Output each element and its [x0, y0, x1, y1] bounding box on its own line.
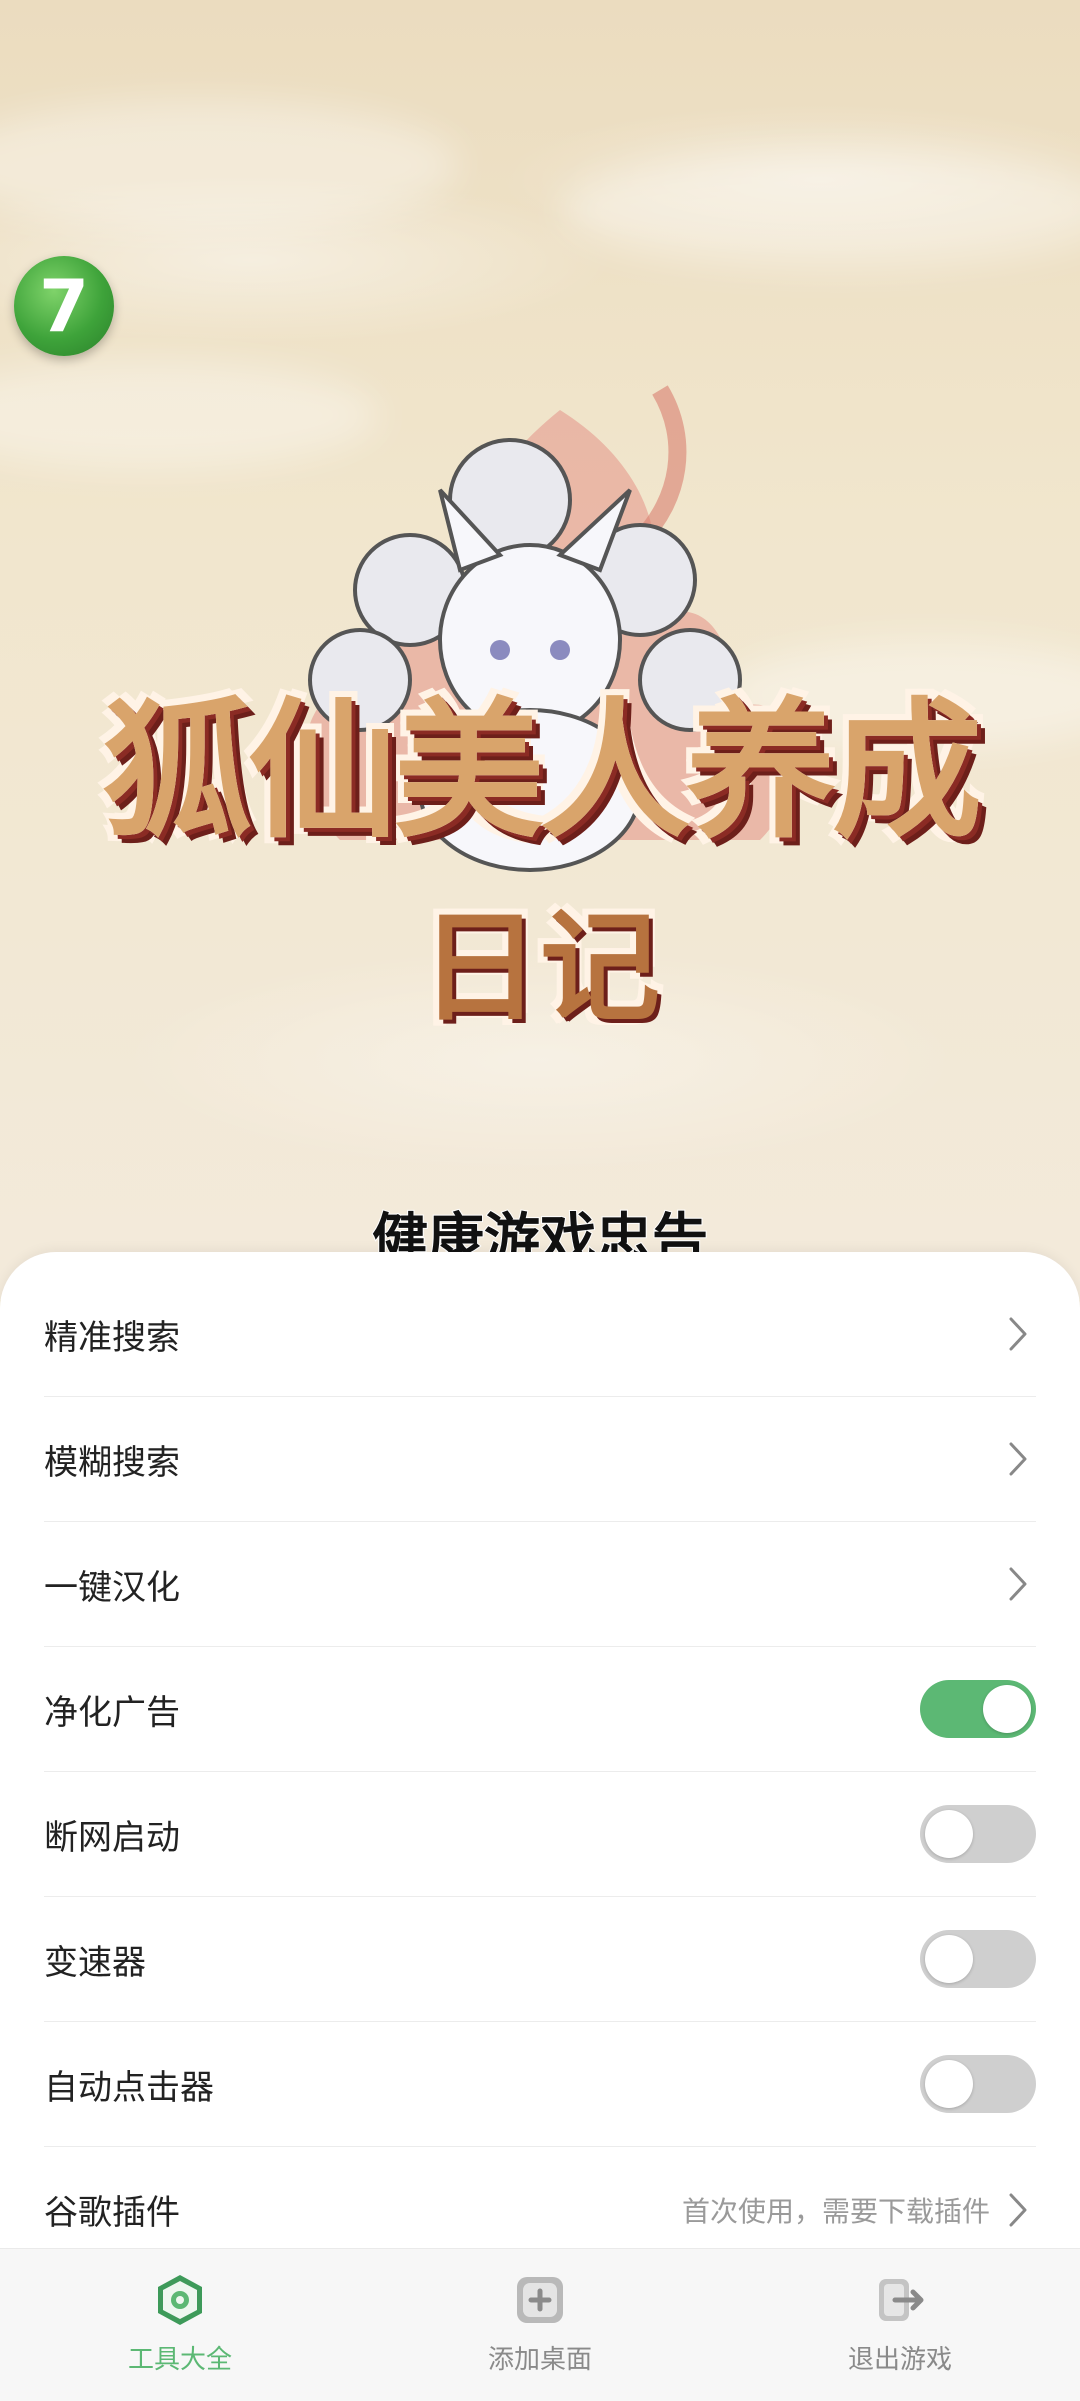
game-title-art: 狐仙美人养成 日记 — [40, 380, 1040, 1040]
row-precise-search[interactable]: 精准搜索 — [44, 1272, 1036, 1397]
exit-icon — [879, 2279, 924, 2321]
tools-icon — [158, 2275, 202, 2325]
game-title: 狐仙美人养成 — [101, 683, 982, 859]
toggle-knob — [925, 2060, 973, 2108]
chevron-right-icon — [1000, 1441, 1036, 1477]
tab-exit-game[interactable]: 退出游戏 — [720, 2249, 1080, 2401]
tab-add-desktop[interactable]: 添加桌面 — [360, 2249, 720, 2401]
row-label: 一键汉化 — [44, 1567, 180, 1608]
toggle-knob — [983, 1685, 1031, 1733]
cloud-decoration — [560, 150, 1080, 270]
row-offline-launch: 断网启动 — [44, 1772, 1036, 1897]
row-one-click-translate[interactable]: 一键汉化 — [44, 1522, 1036, 1647]
chevron-right-icon — [1000, 1566, 1036, 1602]
row-speed-changer: 变速器 — [44, 1897, 1036, 2022]
tools-sheet: 精准搜索 模糊搜索 一键汉化 净化广告 断网启动 变速器 自动点击器 谷歌插件 … — [0, 1252, 1080, 2401]
row-label: 精准搜索 — [44, 1317, 180, 1358]
row-ad-block: 净化广告 — [44, 1647, 1036, 1772]
row-label: 谷歌插件 — [44, 2193, 180, 2233]
add-desktop-icon — [517, 2277, 563, 2323]
plugin-hint: 首次使用，需要下载插件 — [681, 2194, 990, 2228]
row-label: 断网启动 — [44, 1817, 180, 1858]
ad-block-toggle[interactable] — [920, 1680, 1036, 1738]
toggle-knob — [925, 1935, 973, 1983]
floating-app-badge[interactable]: 7 — [14, 256, 114, 356]
tab-label: 添加桌面 — [487, 2345, 592, 2375]
chevron-right-icon — [1000, 2192, 1036, 2228]
row-label: 变速器 — [44, 1942, 146, 1983]
row-label: 净化广告 — [44, 1692, 180, 1733]
row-label: 自动点击器 — [44, 2067, 214, 2108]
row-label: 模糊搜索 — [44, 1442, 180, 1483]
bottom-tab-bar: 工具大全 添加桌面 退出游戏 — [0, 2248, 1080, 2401]
game-subtitle: 日记 — [420, 897, 660, 1038]
toggle-knob — [925, 1810, 973, 1858]
cloud-decoration — [0, 100, 460, 230]
row-right: 首次使用，需要下载插件 — [682, 2190, 1036, 2230]
chevron-right-icon — [1000, 1316, 1036, 1352]
tab-tools[interactable]: 工具大全 — [0, 2249, 360, 2401]
row-auto-clicker: 自动点击器 — [44, 2022, 1036, 2147]
offline-launch-toggle[interactable] — [920, 1805, 1036, 1863]
tab-label: 工具大全 — [127, 2345, 232, 2375]
speed-changer-toggle[interactable] — [920, 1930, 1036, 1988]
row-fuzzy-search[interactable]: 模糊搜索 — [44, 1397, 1036, 1522]
game-splash: 狐仙美人养成 日记 健康游戏忠告 — [0, 0, 1080, 1300]
tab-label: 退出游戏 — [847, 2345, 952, 2375]
tools-list: 精准搜索 模糊搜索 一键汉化 净化广告 断网启动 变速器 自动点击器 谷歌插件 … — [44, 1272, 1036, 2272]
auto-clicker-toggle[interactable] — [920, 2055, 1036, 2113]
